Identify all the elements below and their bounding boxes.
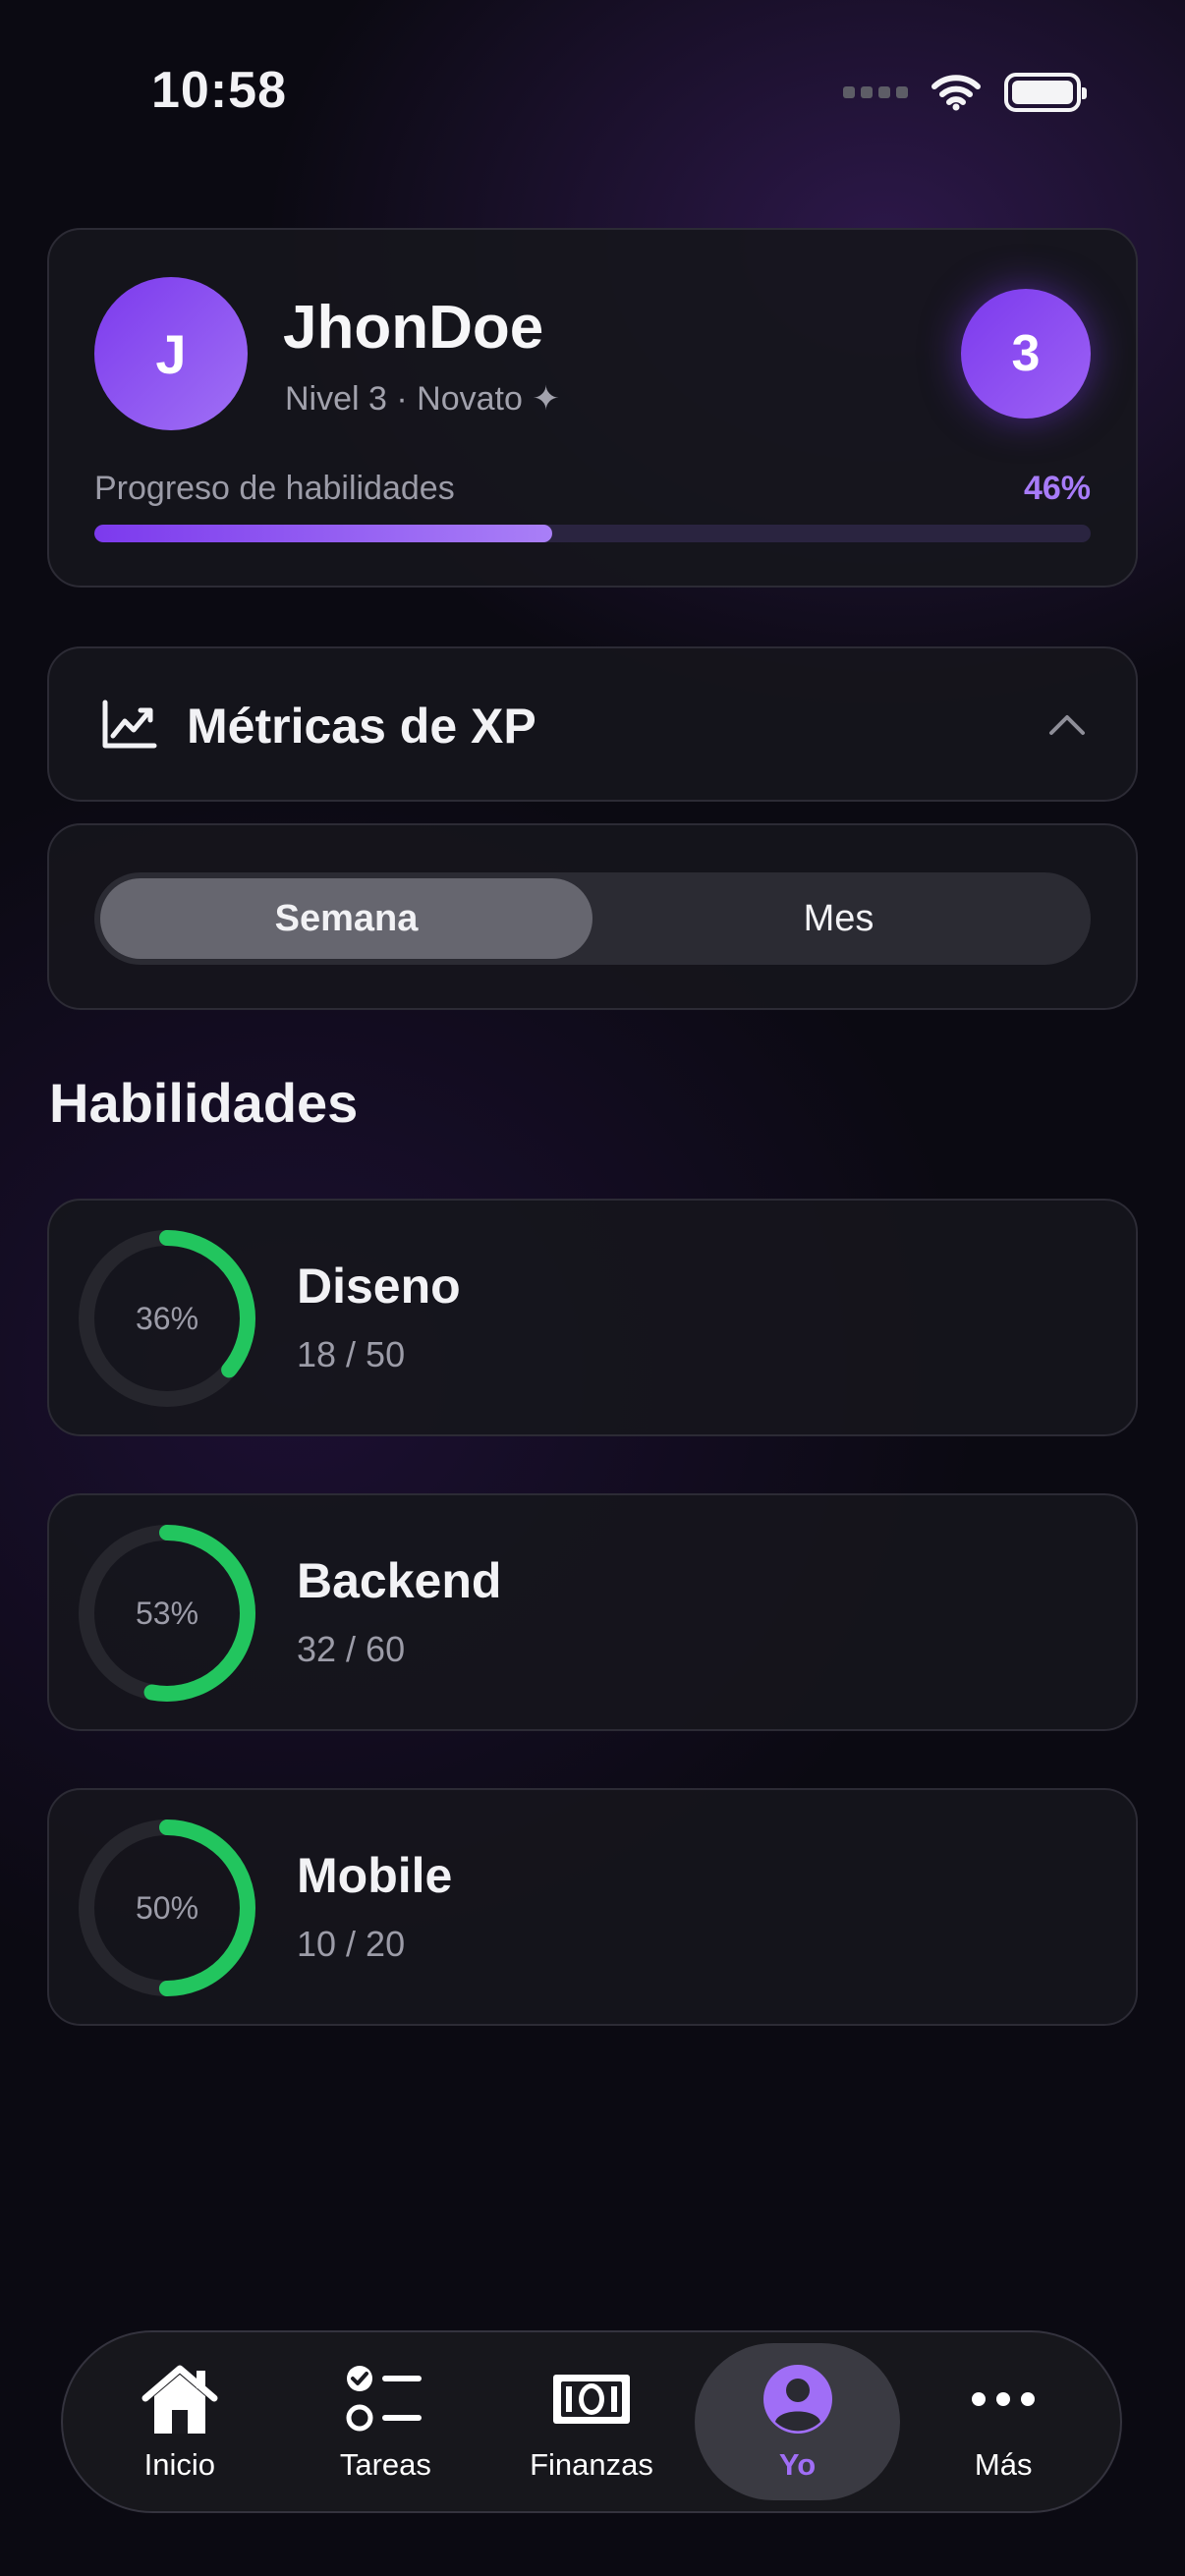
tab-mas[interactable]: Más [900, 2343, 1106, 2500]
status-time: 10:58 [151, 62, 287, 119]
chevron-up-icon[interactable] [1047, 707, 1087, 741]
skill-xp-count: 18 / 50 [297, 1334, 406, 1374]
progress-bar-fill [94, 525, 553, 542]
tab-label: Inicio [143, 2447, 215, 2482]
period-segmented-control: Semana Mes [94, 872, 1091, 965]
tab-label: Finanzas [530, 2447, 653, 2482]
skill-card[interactable]: 53% Backend 32 / 60 [47, 1493, 1138, 1731]
tab-finanzas[interactable]: Finanzas [488, 2343, 695, 2500]
trend-chart-icon [102, 700, 157, 749]
skill-xp-count: 10 / 20 [297, 1924, 406, 1964]
wifi-icon [931, 75, 981, 111]
battery-icon [1004, 73, 1087, 112]
profile-card[interactable]: J JhonDoe Nivel 3 · Novato ✦ 3 Progreso … [47, 228, 1138, 588]
profile-icon [762, 2365, 832, 2434]
profile-screen: 10:58 J JhonDoe Nivel 3 · Novato ✦ 3 Pro… [0, 0, 1185, 2576]
banknote-icon [552, 2375, 630, 2424]
more-icon [972, 2392, 1036, 2406]
profile-name: JhonDoe [283, 294, 544, 362]
progress-value: 46% [1023, 470, 1091, 507]
bottom-tab-bar: Inicio Tareas Finanzas Yo Más [61, 2330, 1122, 2513]
tab-label: Tareas [339, 2447, 431, 2482]
tab-inicio[interactable]: Inicio [77, 2343, 283, 2500]
skill-percentage: 53% [135, 1595, 199, 1631]
segment-semana[interactable]: Semana [100, 878, 592, 959]
period-selector-card: Semana Mes [47, 823, 1138, 1010]
skill-percentage: 36% [135, 1300, 199, 1336]
task-list-icon [346, 2366, 423, 2432]
tab-label: Más [974, 2447, 1033, 2482]
skill-percentage: 50% [135, 1889, 199, 1926]
metrics-header[interactable]: Métricas de XP [47, 646, 1138, 802]
avatar[interactable]: J [94, 277, 248, 430]
cellular-signal-icon [843, 86, 908, 98]
skill-name: Mobile [297, 1848, 453, 1903]
skill-card[interactable]: 50% Mobile 10 / 20 [47, 1788, 1138, 2026]
skill-name: Backend [297, 1553, 502, 1608]
home-icon [141, 2365, 218, 2434]
skill-name: Diseno [297, 1259, 461, 1314]
profile-level-subtitle: Nivel 3 · Novato ✦ [285, 380, 560, 418]
section-title-habilidades: Habilidades [49, 1072, 359, 1134]
tab-label: Yo [778, 2447, 817, 2482]
metrics-title: Métricas de XP [187, 699, 536, 754]
segment-mes[interactable]: Mes [592, 878, 1085, 959]
skill-card[interactable]: 36% Diseno 18 / 50 [47, 1199, 1138, 1436]
tab-tareas[interactable]: Tareas [283, 2343, 489, 2500]
level-badge: 3 [961, 289, 1091, 419]
progress-bar [94, 525, 1091, 542]
progress-label: Progreso de habilidades [94, 470, 455, 507]
skill-xp-count: 32 / 60 [297, 1629, 406, 1669]
status-icons [843, 73, 1087, 112]
tab-yo[interactable]: Yo [694, 2343, 901, 2500]
